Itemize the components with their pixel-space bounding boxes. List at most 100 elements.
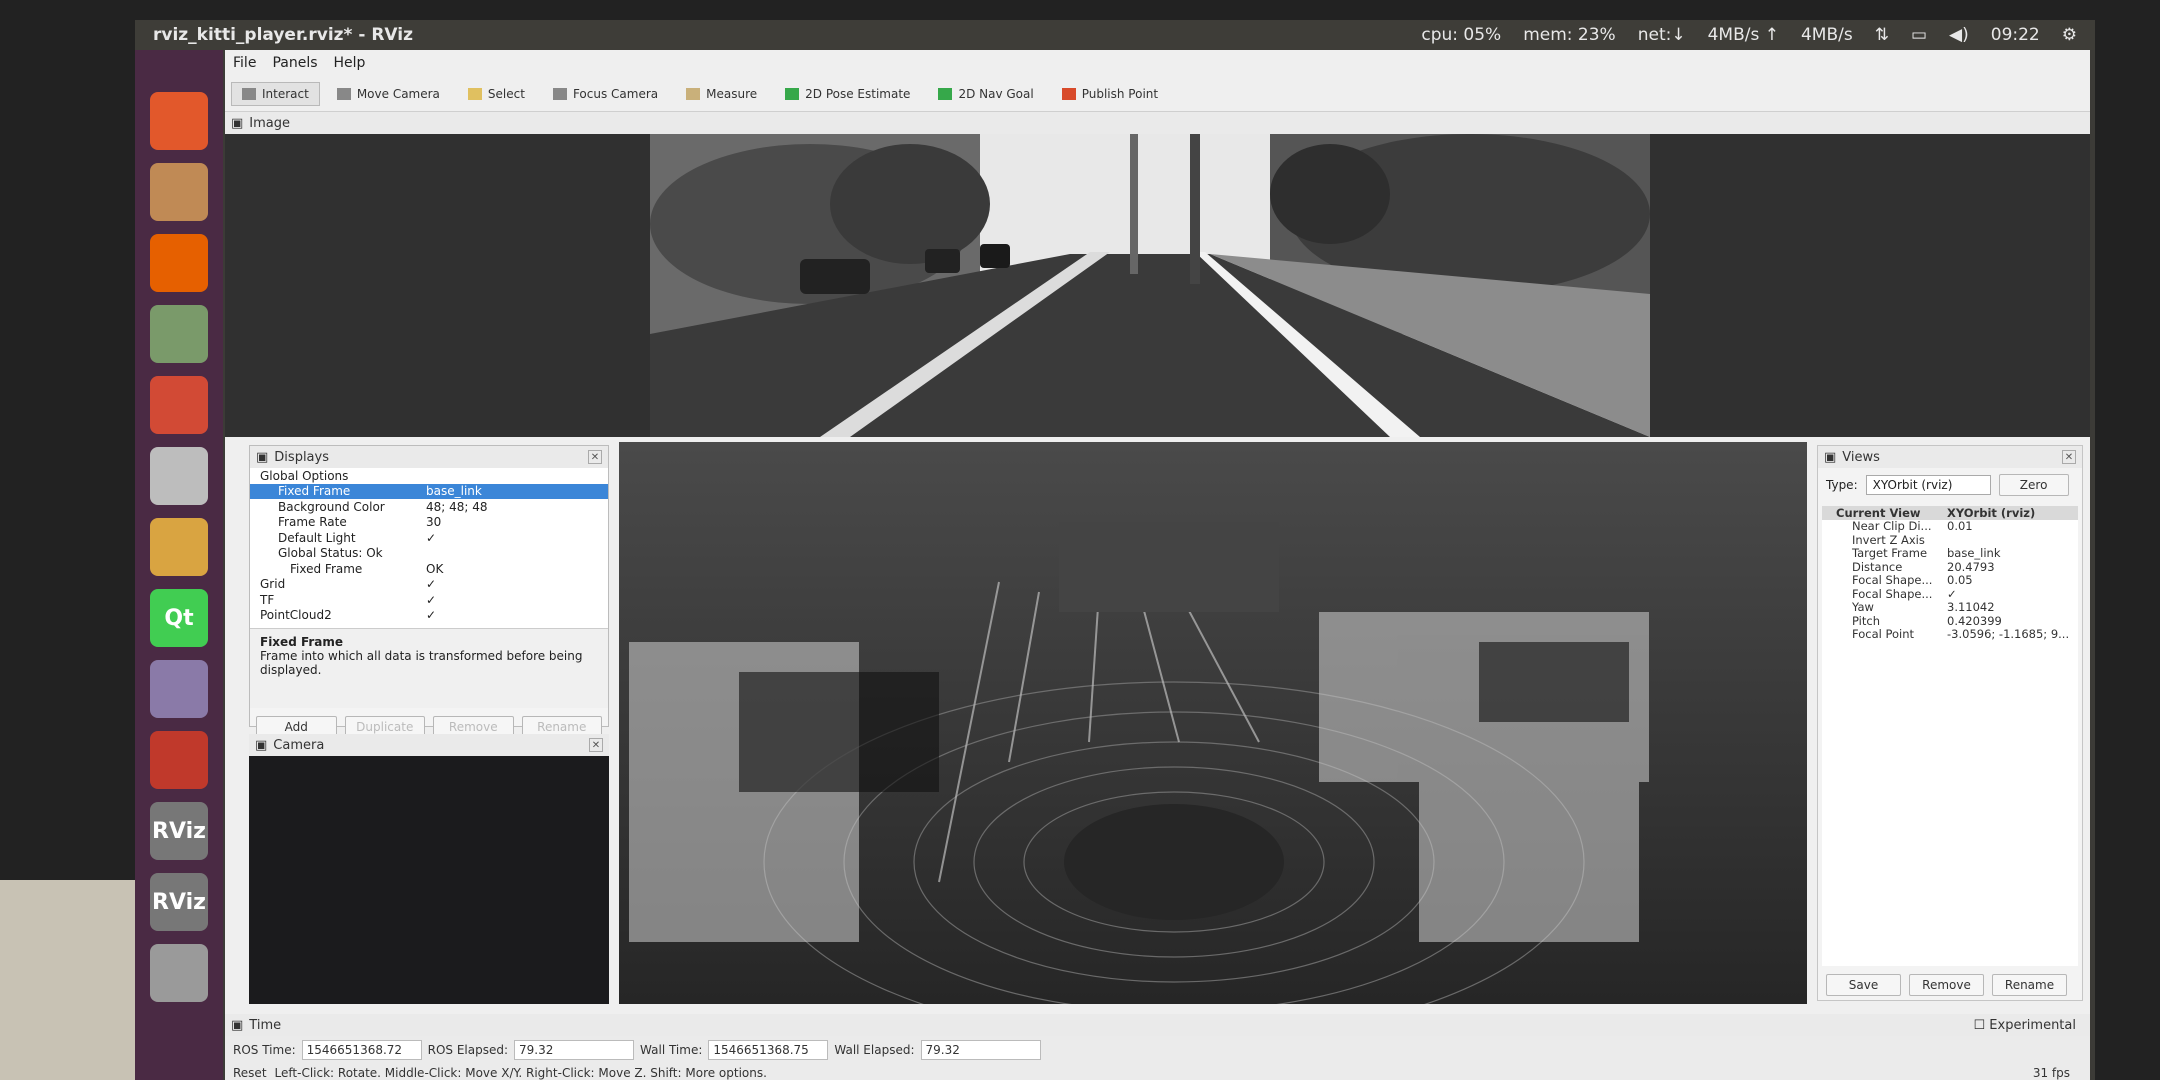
dash-icon[interactable] — [150, 92, 208, 150]
wall-time-field[interactable]: 1546651368.75 — [708, 1040, 829, 1060]
qt-icon[interactable]: Qt — [150, 589, 208, 647]
files-icon[interactable] — [150, 163, 208, 221]
tool-move-camera-button[interactable]: Move Camera — [326, 82, 451, 106]
view-property-row[interactable]: Focal Point -3.0596; -1.1685; 9... — [1822, 627, 2078, 641]
nav-goal-icon — [938, 87, 953, 100]
street-scene — [650, 134, 1650, 437]
system-indicators: cpu: 05% mem: 23% net:↓ 4MB/s ↑ 4MB/s ⇅ … — [1421, 25, 2077, 45]
select-icon — [467, 87, 482, 100]
view-property-row[interactable]: Focal Shape... 0.05 — [1822, 573, 2078, 587]
monitor-icon[interactable] — [150, 731, 208, 789]
net-indicator: net:↓ — [1637, 25, 1686, 45]
panel-icon: ▣ — [255, 737, 268, 753]
close-icon[interactable]: ✕ — [589, 738, 603, 752]
close-icon[interactable]: ✕ — [588, 450, 602, 464]
wechat-icon[interactable] — [150, 305, 208, 363]
calculator-icon[interactable] — [150, 447, 208, 505]
display-row[interactable]: Frame Rate 30 — [250, 515, 608, 531]
current-view-row[interactable]: Current View XYOrbit (rviz) — [1822, 506, 2078, 520]
panel-icon: ▣ — [1824, 449, 1837, 465]
network-icon[interactable]: ⇅ — [1875, 25, 1889, 45]
software-icon[interactable] — [150, 660, 208, 718]
wall-elapsed-field[interactable]: 79.32 — [920, 1040, 1041, 1060]
display-row[interactable]: Fixed Frame base_link — [250, 483, 608, 499]
save-button[interactable]: Save — [1826, 974, 1901, 996]
view-type-select[interactable]: XYOrbit (rviz) — [1865, 475, 1991, 495]
image-panel-title: ▣ Image — [225, 112, 2090, 134]
view-property-row[interactable]: Invert Z Axis — [1822, 533, 2078, 547]
experimental-checkbox[interactable]: ☐ Experimental — [1974, 1018, 2077, 1033]
property-description: Fixed Frame Frame into which all data is… — [250, 628, 608, 708]
close-icon[interactable]: ✕ — [2062, 450, 2076, 464]
display-row[interactable]: Global Status: Ok — [250, 546, 608, 562]
remove-view-button[interactable]: Remove — [1909, 974, 1984, 996]
archive-icon[interactable] — [150, 518, 208, 576]
tool-measure-button[interactable]: Measure — [675, 82, 768, 106]
view-property-row[interactable]: Pitch 0.420399 — [1822, 614, 2078, 628]
menu-panels[interactable]: Panels — [272, 55, 317, 71]
reset-button[interactable]: Reset — [233, 1066, 267, 1080]
tool-focus-camera-button[interactable]: Focus Camera — [542, 82, 669, 106]
desk-background — [0, 880, 140, 1080]
3d-view[interactable] — [619, 442, 1807, 1004]
view-property-row[interactable]: Target Frame base_link — [1822, 546, 2078, 560]
window-title: rviz_kitti_player.rviz* - RViz — [153, 25, 414, 45]
ros-time-field[interactable]: 1546651368.72 — [301, 1040, 422, 1060]
cpu-indicator: cpu: 05% — [1421, 25, 1502, 45]
move-camera-icon — [336, 87, 351, 100]
camera-panel: ▣ Camera ✕ — [249, 734, 609, 1004]
rename-view-button[interactable]: Rename — [1992, 974, 2067, 996]
measure-icon — [686, 87, 701, 100]
panel-icon: ▣ — [231, 1017, 244, 1033]
view-property-row[interactable]: Near Clip Di... 0.01 — [1822, 519, 2078, 533]
displays-panel: ▣ Displays ✕ Global Options Fixed Frame ba… — [249, 445, 609, 738]
menu-file[interactable]: File — [233, 55, 256, 71]
image-view — [225, 134, 2090, 437]
view-property-row[interactable]: Distance 20.4793 — [1822, 560, 2078, 574]
display-row[interactable]: Default Light ✓ — [250, 530, 608, 546]
gear-icon[interactable]: ⚙ — [2062, 25, 2077, 45]
unity-launcher: Qt RViz RViz — [135, 50, 223, 1080]
camera-image — [650, 134, 1650, 437]
panel-icon: ▣ — [231, 115, 244, 131]
time-values: ROS Time: 1546651368.72 ROS Elapsed: 79.… — [225, 1036, 2090, 1064]
display-row[interactable]: PointCloud2 ✓ — [250, 608, 608, 624]
tool-select-button[interactable]: Select — [457, 82, 536, 106]
display-row[interactable]: Grid ✓ — [250, 577, 608, 593]
menu-help[interactable]: Help — [334, 55, 366, 71]
view-type-row: Type: XYOrbit (rviz) Zero — [1818, 468, 2082, 502]
rviz-icon[interactable]: RViz — [150, 802, 208, 860]
mem-indicator: mem: 23% — [1523, 25, 1616, 45]
ros-elapsed-field[interactable]: 79.32 — [514, 1040, 635, 1060]
display-row[interactable]: Background Color 48; 48; 48 — [250, 499, 608, 515]
drive-icon[interactable] — [150, 944, 208, 1002]
volume-icon[interactable]: ◀) — [1949, 25, 1969, 45]
net-up-indicator: 4MB/s ↑ — [1707, 25, 1779, 45]
clock[interactable]: 09:22 — [1991, 25, 2040, 45]
rviz-window: File Panels Help Interact Move Camera Sele… — [225, 50, 2090, 1080]
displays-panel-title: ▣ Displays ✕ — [250, 446, 608, 468]
tool-publish-point-button[interactable]: Publish Point — [1051, 82, 1169, 106]
mouse-hint: Left-Click: Rotate. Middle-Click: Move X… — [274, 1066, 767, 1080]
battery-icon[interactable]: ▭ — [1911, 25, 1927, 45]
display-row[interactable]: Global Options — [250, 468, 608, 484]
views-buttons: Save Remove Rename — [1818, 966, 2082, 1004]
view-property-row[interactable]: Yaw 3.11042 — [1822, 600, 2078, 614]
publish-point-icon — [1061, 87, 1076, 100]
focus-camera-icon — [552, 87, 567, 100]
tool-bar: Interact Move Camera Select Focus Camera Mea… — [225, 76, 2090, 112]
time-panel: ▣ Time ☐ Experimental ROS Time: 15466513… — [225, 1014, 2090, 1080]
tool-2d-pose-estimate-button[interactable]: 2D Pose Estimate — [774, 82, 921, 106]
zero-button[interactable]: Zero — [1998, 474, 2069, 496]
views-panel-title: ▣ Views ✕ — [1818, 446, 2082, 468]
firefox-icon[interactable] — [150, 234, 208, 292]
tool-2d-nav-goal-button[interactable]: 2D Nav Goal — [927, 82, 1044, 106]
display-row[interactable]: Fixed Frame OK — [250, 561, 608, 577]
menu-bar: File Panels Help — [225, 50, 2090, 76]
display-row[interactable]: TF ✓ — [250, 592, 608, 608]
view-property-row[interactable]: Focal Shape... ✓ — [1822, 587, 2078, 601]
panel-icon: ▣ — [256, 449, 269, 465]
rviz-icon-2[interactable]: RViz — [150, 873, 208, 931]
chrome-icon[interactable] — [150, 376, 208, 434]
tool-interact-button[interactable]: Interact — [231, 81, 320, 106]
